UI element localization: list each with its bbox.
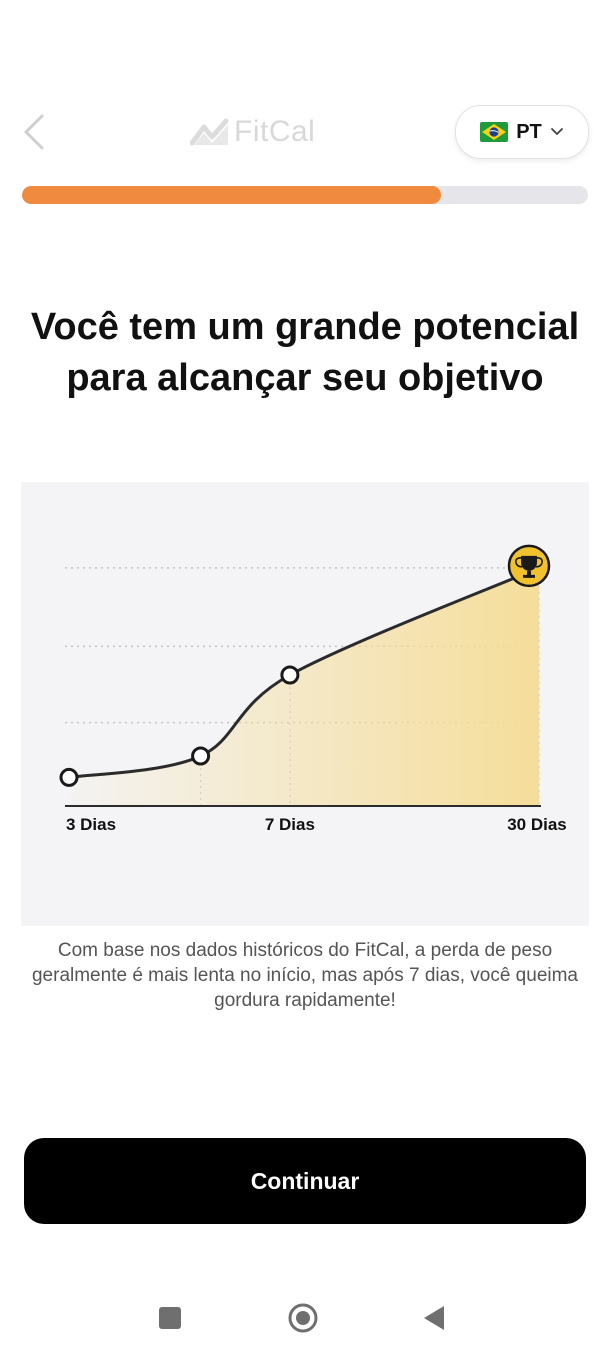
brazil-flag-icon xyxy=(480,122,509,142)
brand-logo: FitCal xyxy=(190,110,315,154)
x-tick-label-2: 30 Dias xyxy=(507,815,567,834)
data-point-1 xyxy=(191,746,211,766)
x-tick-label-0: 3 Dias xyxy=(66,815,116,834)
top-bar: FitCal PT xyxy=(0,100,610,164)
language-code: PT xyxy=(516,120,542,143)
system-navigation-bar xyxy=(0,1290,610,1350)
trend-logo-icon xyxy=(190,118,229,146)
x-tick-label-1: 7 Dias xyxy=(265,815,315,834)
chevron-left-icon xyxy=(24,114,44,150)
page-title: Você tem um grande potencial para alcanç… xyxy=(30,306,580,399)
progress-fill xyxy=(22,186,441,204)
chart-caption: Com base nos dados históricos do FitCal,… xyxy=(31,940,579,1011)
system-back-button[interactable] xyxy=(422,1305,446,1331)
brand-name: FitCal xyxy=(234,115,316,148)
chevron-down-icon xyxy=(550,128,563,135)
data-point-0 xyxy=(59,767,79,787)
chart-canvas: 3 Dias 7 Dias 30 Dias xyxy=(59,544,567,834)
recent-apps-button[interactable] xyxy=(159,1307,181,1329)
onboarding-progress-bar xyxy=(22,186,588,204)
continue-button[interactable]: Continuar xyxy=(24,1138,586,1224)
language-selector[interactable]: PT xyxy=(455,105,589,159)
home-button[interactable] xyxy=(288,1303,318,1333)
progress-chart: 3 Dias 7 Dias 30 Dias xyxy=(21,482,589,926)
data-point-2 xyxy=(280,665,300,685)
back-button[interactable] xyxy=(18,108,54,156)
